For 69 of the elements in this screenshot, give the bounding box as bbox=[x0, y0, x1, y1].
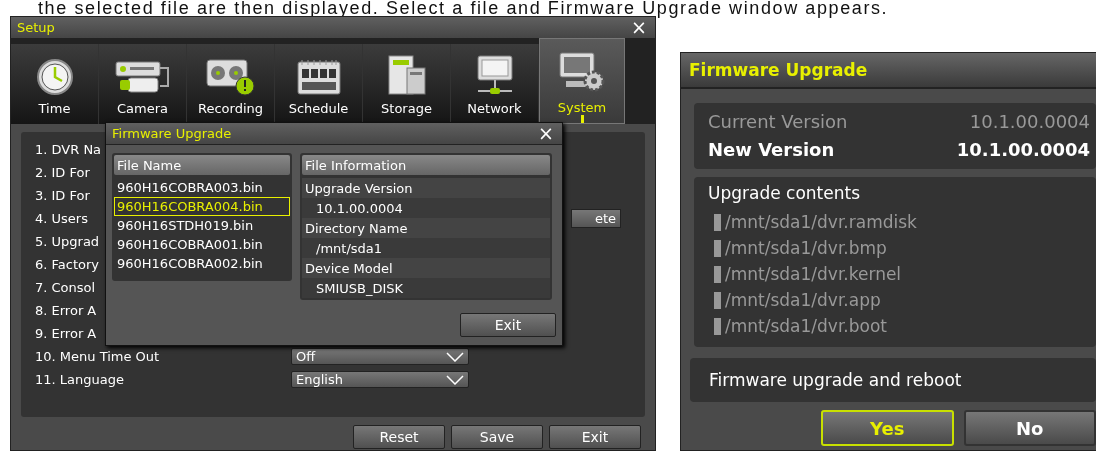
footer-button[interactable]: Save bbox=[451, 425, 543, 449]
info-label: Directory Name bbox=[302, 218, 550, 238]
settings-tab[interactable]: Network bbox=[451, 44, 539, 124]
dropdown[interactable]: English bbox=[291, 371, 469, 388]
file-item[interactable]: 960H16STDH019.bin bbox=[114, 216, 290, 235]
dialog-button[interactable]: No bbox=[963, 410, 1096, 446]
settings-tab[interactable]: Time bbox=[11, 44, 99, 124]
calendar-icon bbox=[295, 58, 342, 96]
setting-label: 1. DVR Na bbox=[35, 142, 102, 157]
setting-label: 2. ID For bbox=[35, 165, 90, 180]
bullet-icon bbox=[714, 213, 721, 231]
column-header: File Name bbox=[114, 155, 290, 175]
info-value: /mnt/sda1 bbox=[302, 238, 550, 258]
dialog-button[interactable]: Yes bbox=[821, 410, 954, 446]
version-label: Current Version bbox=[708, 110, 848, 132]
file-item[interactable]: 960H16COBRA003.bin bbox=[114, 178, 290, 197]
version-value: 10.1.00.0004 bbox=[956, 138, 1090, 160]
close-button[interactable]: × bbox=[629, 18, 649, 37]
file-item[interactable]: 960H16COBRA001.bin bbox=[114, 235, 290, 254]
camera-icon bbox=[113, 58, 172, 96]
content-path: /mnt/sda1/dvr.bmp bbox=[725, 238, 887, 258]
contents-title: Upgrade contents bbox=[708, 183, 862, 205]
setting-label: 8. Error A bbox=[35, 303, 97, 318]
window-title: Setup bbox=[17, 20, 55, 35]
delete-button[interactable]: ete bbox=[571, 209, 621, 228]
setting-label: 10. Menu Time Out bbox=[35, 349, 160, 364]
content-path: /mnt/sda1/dvr.kernel bbox=[725, 264, 902, 284]
bullet-icon bbox=[714, 265, 721, 283]
chevron-icon bbox=[446, 374, 464, 385]
close-button[interactable]: × bbox=[536, 124, 556, 143]
recorder-icon bbox=[204, 56, 257, 96]
setting-label: 4. Users bbox=[35, 211, 88, 226]
setting-label: 11. Language bbox=[35, 372, 124, 387]
column-header: File Information bbox=[302, 155, 550, 175]
dialog-title: Firmware Upgrade bbox=[112, 126, 232, 141]
setting-label: 3. ID For bbox=[35, 188, 90, 203]
footer-button[interactable]: Reset bbox=[353, 425, 445, 449]
settings-tab[interactable]: Storage bbox=[363, 44, 451, 124]
dropdown[interactable]: Off bbox=[291, 348, 469, 365]
bullet-icon bbox=[714, 239, 721, 257]
clock-icon bbox=[35, 58, 74, 96]
info-value: 10.1.00.0004 bbox=[302, 198, 550, 218]
info-label: Upgrade Version bbox=[302, 178, 550, 198]
storage-icon bbox=[386, 54, 427, 96]
version-value: 10.1.00.0004 bbox=[969, 110, 1090, 132]
caption-text: the selected file are then displayed. Select a file and Firmware Upgrade window appears. bbox=[37, 0, 890, 16]
setting-label: 5. Upgrad bbox=[35, 234, 100, 249]
settings-tab[interactable]: System bbox=[539, 38, 625, 124]
version-label: New Version bbox=[708, 138, 835, 160]
content-path: /mnt/sda1/dvr.boot bbox=[725, 316, 887, 336]
bullet-icon bbox=[714, 291, 721, 309]
setting-label: 7. Consol bbox=[35, 280, 96, 295]
footer-button[interactable]: Exit bbox=[549, 425, 641, 449]
settings-tab[interactable]: Camera bbox=[99, 44, 187, 124]
settings-tab[interactable]: Schedule bbox=[275, 44, 363, 124]
content-path: /mnt/sda1/dvr.ramdisk bbox=[725, 212, 917, 232]
dialog-title: Firmware Upgrade bbox=[681, 53, 1096, 89]
chevron-icon bbox=[446, 351, 464, 362]
bullet-icon bbox=[714, 317, 721, 335]
setting-label: 6. Factory bbox=[35, 257, 100, 272]
exit-button[interactable]: Exit bbox=[460, 313, 556, 337]
info-label: Device Model bbox=[302, 258, 550, 278]
file-item[interactable]: 960H16COBRA002.bin bbox=[114, 254, 290, 273]
content-path: /mnt/sda1/dvr.app bbox=[725, 290, 881, 310]
setting-label: 9. Error A bbox=[35, 326, 97, 341]
prompt-text: Firmware upgrade and reboot bbox=[690, 358, 1096, 402]
file-item[interactable]: 960H16COBRA004.bin bbox=[114, 197, 290, 216]
settings-tab[interactable]: Recording bbox=[187, 44, 275, 124]
info-value: SMIUSB_DISK bbox=[302, 278, 550, 298]
